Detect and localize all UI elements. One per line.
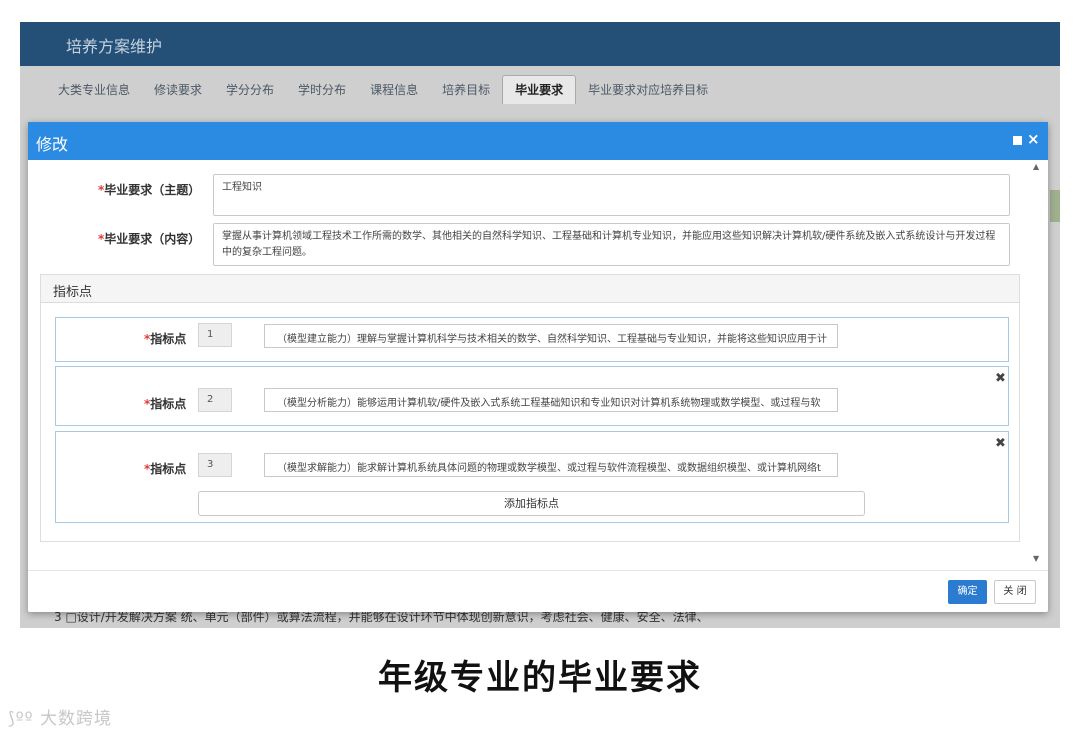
scroll-up-icon[interactable]: ▲ (1033, 162, 1039, 171)
remove-indicator-icon[interactable]: ✖ (995, 371, 1006, 386)
tab-course-info[interactable]: 课程信息 (358, 81, 430, 104)
scroll-down-icon[interactable]: ▼ (1033, 554, 1039, 563)
topic-input[interactable]: 工程知识 (213, 174, 1010, 216)
dialog-title: 修改 (36, 135, 69, 154)
tab-requirement-goal-mapping[interactable]: 毕业要求对应培养目标 (576, 81, 720, 104)
dialog-header: 修改 × (28, 122, 1048, 160)
topic-label: *毕业要求（主题） (98, 183, 201, 197)
indicator-text-input[interactable]: （模型建立能力）理解与掌握计算机科学与技术相关的数学、自然科学知识、工程基础与专… (264, 324, 838, 348)
indicator-number: 1 (198, 323, 232, 347)
content-input[interactable]: 掌握从事计算机领域工程技术工作所需的数学、其他相关的自然科学知识、工程基础和计算… (213, 223, 1010, 266)
indicator-number: 3 (198, 453, 232, 477)
indicator-text-input[interactable]: （模型求解能力）能求解计算机系统具体问题的物理或数学模型、或过程与软件流程模型、… (264, 453, 838, 477)
indicator-number: 2 (198, 388, 232, 412)
tab-training-goals[interactable]: 培养目标 (430, 81, 502, 104)
dialog-footer-divider (28, 570, 1048, 571)
confirm-button[interactable]: 确定 (948, 580, 987, 604)
maximize-icon[interactable] (1013, 136, 1022, 145)
indicator-item: ✖ *指标点 3 （模型求解能力）能求解计算机系统具体问题的物理或数学模型、或过… (55, 431, 1009, 523)
indicator-label: *指标点 (144, 332, 187, 346)
add-indicator-button[interactable]: 添加指标点 (198, 491, 865, 516)
indicator-item: ✖ *指标点 2 （模型分析能力）能够运用计算机软/硬件及嵌入式系统工程基础知识… (55, 366, 1009, 426)
watermark-logo: ⟆ºº 大数跨境 (8, 709, 113, 729)
indicator-item: *指标点 1 （模型建立能力）理解与掌握计算机科学与技术相关的数学、自然科学知识… (55, 317, 1009, 362)
tab-major-info[interactable]: 大类专业信息 (46, 81, 142, 104)
edit-dialog: 修改 × ▲ *毕业要求（主题） 工程知识 *毕业要求（内容） 掌握从事计算机领… (28, 122, 1048, 612)
tab-bar: 大类专业信息 修读要求 学分分布 学时分布 课程信息 培养目标 毕业要求 毕业要… (46, 75, 720, 104)
app-header: 培养方案维护 (20, 22, 1060, 66)
panel-title: 指标点 (53, 285, 93, 300)
tab-credit-distribution[interactable]: 学分分布 (214, 81, 286, 104)
app-title: 培养方案维护 (66, 37, 163, 56)
panel-header: 指标点 (41, 275, 1019, 303)
close-button[interactable]: 关 闭 (994, 580, 1036, 604)
indicator-text-input[interactable]: （模型分析能力）能够运用计算机软/硬件及嵌入式系统工程基础知识和专业知识对计算机… (264, 388, 838, 412)
close-icon[interactable]: × (1027, 130, 1040, 148)
background-cell (1050, 190, 1060, 222)
caption: 年级专业的毕业要求 (378, 658, 702, 698)
indicator-label: *指标点 (144, 397, 187, 411)
remove-indicator-icon[interactable]: ✖ (995, 436, 1006, 451)
indicator-panel: 指标点 *指标点 1 （模型建立能力）理解与掌握计算机科学与技术相关的数学、自然… (40, 274, 1020, 542)
tab-graduation-requirements[interactable]: 毕业要求 (502, 75, 577, 104)
tab-hour-distribution[interactable]: 学时分布 (286, 81, 358, 104)
content-label: *毕业要求（内容） (98, 232, 201, 246)
tab-study-requirements[interactable]: 修读要求 (142, 81, 214, 104)
indicator-label: *指标点 (144, 462, 187, 476)
